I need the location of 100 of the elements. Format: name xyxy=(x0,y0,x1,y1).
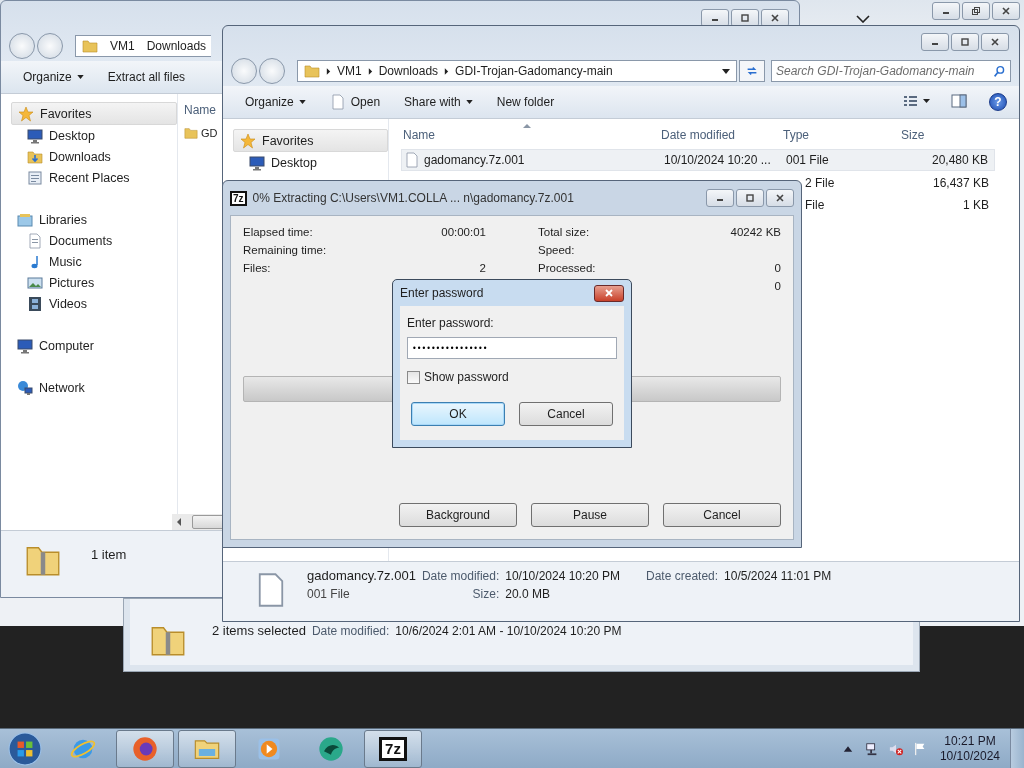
minimize-button[interactable] xyxy=(706,189,734,207)
nav-item[interactable]: Network xyxy=(11,377,177,398)
menu-button[interactable]: Organize xyxy=(13,67,94,87)
close-button[interactable] xyxy=(594,284,624,302)
file-icon xyxy=(404,152,420,168)
breadcrumb[interactable]: VM1 xyxy=(110,39,135,53)
nav-item[interactable]: Music xyxy=(11,251,177,272)
ok-button[interactable]: OK xyxy=(411,402,505,426)
nav-item[interactable]: Documents xyxy=(11,230,177,251)
nav-item[interactable]: Computer xyxy=(11,335,177,356)
stat-value: 2 xyxy=(479,262,486,276)
search-field[interactable]: Search GDI-Trojan-Gadomancy-main xyxy=(771,60,1011,82)
column-header[interactable]: Name xyxy=(401,128,661,142)
file-row[interactable]: gadomancy.7z.001 10/10/2024 10:20 ... 001 File 20,480 KB xyxy=(401,149,995,171)
refresh-button[interactable] xyxy=(739,60,765,82)
taskbar-button[interactable]: 7z xyxy=(364,729,422,768)
taskbar-button[interactable] xyxy=(178,729,236,768)
file-type: 001 File xyxy=(307,587,351,601)
menu-button[interactable]: Organize xyxy=(235,92,316,112)
help-button[interactable]: ? xyxy=(989,93,1007,111)
sort-indicator-icon xyxy=(523,124,531,128)
file-name: gadomancy.7z.001 xyxy=(307,568,416,583)
pause-button[interactable]: Pause xyxy=(531,503,649,527)
cancel-button[interactable]: Cancel xyxy=(663,503,781,527)
nav-item[interactable]: Desktop xyxy=(233,152,388,173)
checkbox-label[interactable]: Show password xyxy=(424,370,509,384)
restore-icon xyxy=(971,6,981,16)
caret-icon xyxy=(298,100,306,104)
nav-item[interactable]: Favorites xyxy=(233,129,388,152)
stat-label: Speed: xyxy=(538,244,575,258)
toolbar-button[interactable]: New folder xyxy=(486,92,565,112)
breadcrumb[interactable]: Downloads xyxy=(378,64,439,78)
show-desktop-button[interactable] xyxy=(1010,728,1024,768)
chevron-down-icon[interactable] xyxy=(856,15,870,23)
column-header[interactable]: Size xyxy=(901,128,995,142)
stat-label: Processed: xyxy=(538,262,596,276)
close-button[interactable] xyxy=(981,33,1009,51)
close-button[interactable] xyxy=(992,2,1020,20)
nav-item[interactable]: Recent Places xyxy=(11,167,177,188)
breadcrumb-arrow-icon[interactable] xyxy=(367,67,373,75)
restore-button[interactable] xyxy=(962,2,990,20)
bubble-icon xyxy=(317,734,345,763)
size-cell: 1 KB xyxy=(963,198,989,212)
clock[interactable]: 10:21 PM 10/10/2024 xyxy=(939,733,1000,764)
column-header[interactable]: Type xyxy=(783,128,901,142)
stat-label: Remaining time: xyxy=(243,244,327,258)
star-icon xyxy=(240,132,256,149)
cancel-button[interactable]: Cancel xyxy=(519,402,613,426)
breadcrumb-arrow-icon[interactable] xyxy=(444,67,450,75)
computer-icon xyxy=(17,337,33,354)
taskbar-button[interactable] xyxy=(116,729,174,768)
caret-icon xyxy=(465,100,473,104)
scroll-left-icon[interactable] xyxy=(176,518,182,526)
close-icon xyxy=(604,288,614,298)
folder-icon xyxy=(304,63,320,79)
file-row[interactable]: GD xyxy=(184,122,218,144)
monitor-icon xyxy=(249,154,265,171)
file-icon xyxy=(329,93,346,111)
nav-item[interactable]: Pictures xyxy=(11,272,177,293)
address-bar[interactable]: VM1 Downloads GDI-Trojan-Gadomancy-main xyxy=(297,60,737,82)
checkbox[interactable] xyxy=(407,370,420,384)
nav-item[interactable]: Videos xyxy=(11,293,177,314)
stat-label: Elapsed time: xyxy=(243,226,313,240)
preview-pane-icon xyxy=(951,93,967,108)
dropdown-icon[interactable] xyxy=(722,68,730,74)
close-button[interactable] xyxy=(766,189,794,207)
address-bar[interactable]: VM1 Downloads xyxy=(75,35,211,57)
menu-button[interactable]: Share with xyxy=(394,92,483,112)
nav-item[interactable]: Desktop xyxy=(11,125,177,146)
minimize-button[interactable] xyxy=(932,2,960,20)
stat-value: 40242 KB xyxy=(730,226,781,240)
maximize-icon xyxy=(740,13,750,23)
type-cell: 001 File xyxy=(786,153,829,167)
breadcrumb[interactable]: VM1 xyxy=(337,64,362,78)
breadcrumb[interactable]: Downloads xyxy=(146,39,207,53)
column-header[interactable]: Date modified xyxy=(661,128,783,142)
folder-icon xyxy=(184,126,198,140)
column-header[interactable]: Name xyxy=(184,103,216,117)
detail-value: 10/6/2024 2:01 AM - 10/10/2024 10:20 PM xyxy=(395,623,622,638)
star-icon xyxy=(18,105,34,122)
breadcrumb[interactable]: GDI-Trojan-Gadomancy-main xyxy=(455,64,613,78)
nav-item[interactable]: Libraries xyxy=(11,209,177,230)
type-cell: File xyxy=(805,198,825,212)
nav-item[interactable]: Favorites xyxy=(11,102,177,125)
password-field[interactable]: •••••••••••••••• xyxy=(407,337,617,359)
maximize-icon xyxy=(745,193,755,203)
minimize-button[interactable] xyxy=(921,33,949,51)
toolbar-button[interactable]: Open xyxy=(319,90,391,114)
window-title: Enter password xyxy=(400,286,484,300)
background-button[interactable]: Background xyxy=(399,503,517,527)
maximize-button[interactable] xyxy=(951,33,979,51)
network-icon[interactable] xyxy=(864,741,879,756)
search-icon[interactable] xyxy=(993,64,1006,78)
field-label: Enter password: xyxy=(407,316,495,330)
maximize-button[interactable] xyxy=(736,189,764,207)
toolbar-button[interactable]: Extract all files xyxy=(97,67,196,87)
selection-status: 2 items selected xyxy=(212,622,306,638)
nav-item[interactable]: Downloads xyxy=(11,146,177,167)
breadcrumb-arrow-icon[interactable] xyxy=(326,67,331,75)
maximize-icon xyxy=(960,37,970,47)
